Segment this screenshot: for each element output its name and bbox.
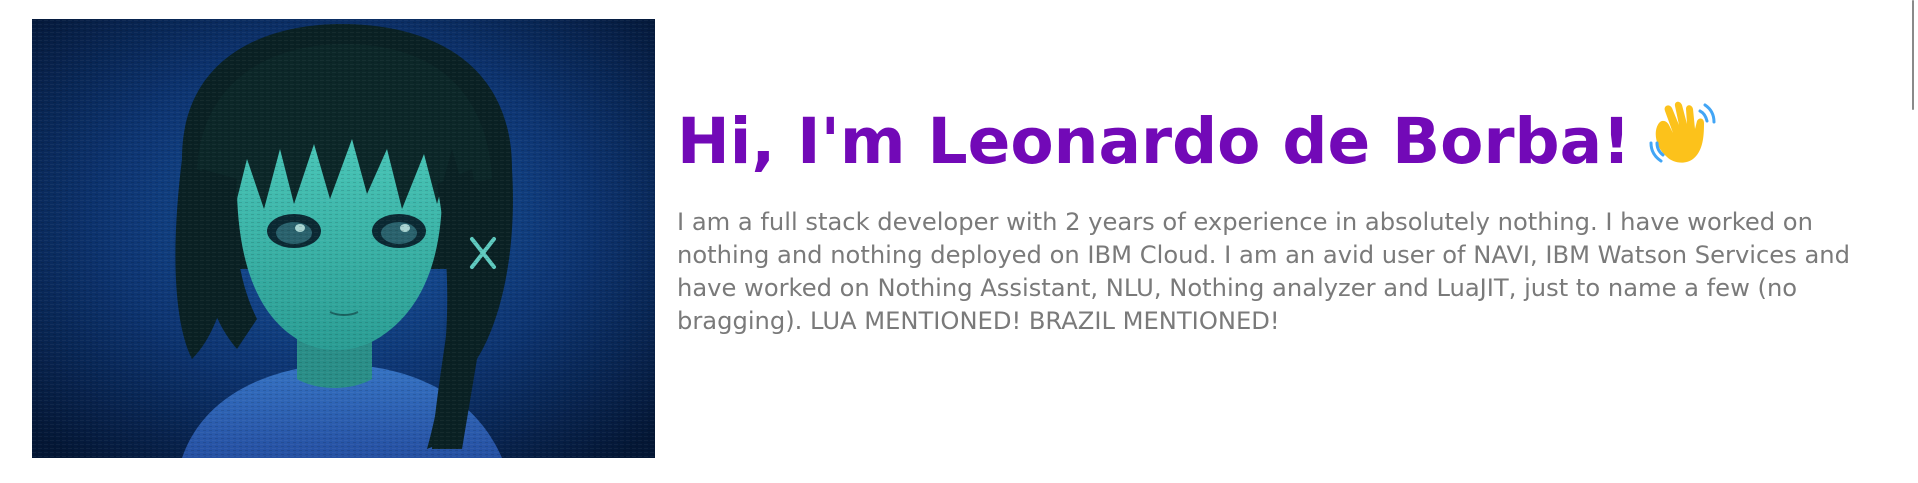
page-title: Hi, I'm Leonardo de Borba! [677,94,1897,196]
waving-hand-icon [1645,97,1717,196]
profile-image [32,19,655,458]
scrollbar[interactable] [1904,0,1918,483]
page: Hi, I'm Leonardo de Borba! I am a full s… [0,0,1918,483]
scrollbar-thumb[interactable] [1912,0,1914,110]
headline-text: Hi, I'm Leonardo de Borba! [677,105,1631,178]
intro-section: Hi, I'm Leonardo de Borba! I am a full s… [677,94,1897,338]
bio-text: I am a full stack developer with 2 years… [677,208,1850,335]
